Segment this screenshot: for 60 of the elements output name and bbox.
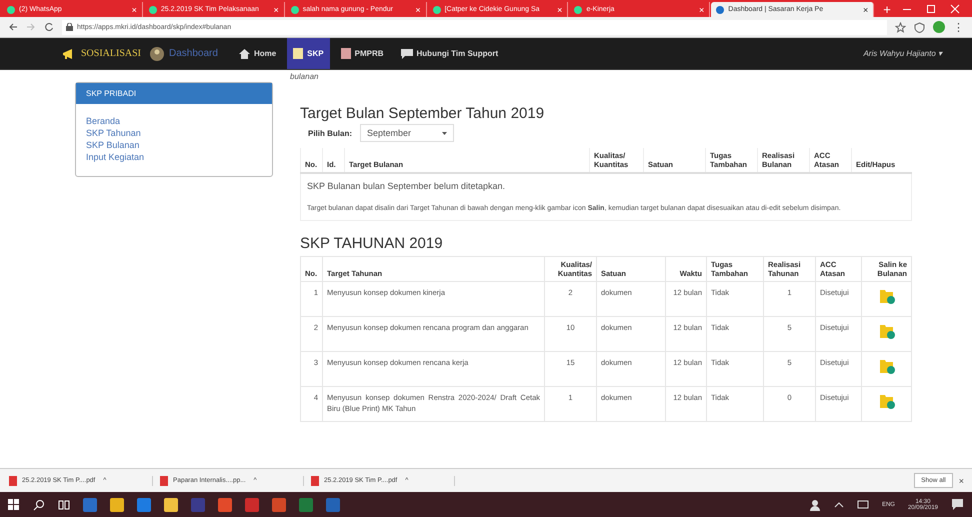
sidebar-link[interactable]: Beranda — [86, 116, 262, 126]
sidebar-link[interactable]: Input Kegiatan — [86, 152, 262, 162]
file-icon — [8, 476, 18, 486]
favicon-icon — [7, 6, 15, 14]
favicon-icon — [432, 6, 441, 14]
network-icon[interactable] — [856, 500, 869, 510]
task-view-icon[interactable] — [58, 498, 70, 510]
nav-item[interactable]: Home — [232, 38, 282, 69]
field-label: Pilih Bulan: — [308, 128, 352, 138]
sidebar-link[interactable]: SKP Bulanan — [86, 140, 262, 150]
nav-item[interactable]: SKP — [287, 38, 330, 69]
close-tab-button[interactable]: × — [273, 4, 279, 14]
nav-item[interactable]: PMPRB — [334, 38, 390, 69]
favicon-icon — [716, 6, 724, 14]
close-tab-button[interactable]: × — [557, 4, 562, 14]
reload-icon[interactable] — [44, 22, 54, 32]
new-tab-button[interactable]: + — [875, 2, 899, 17]
close-icon[interactable] — [948, 3, 960, 15]
home-icon — [238, 48, 250, 58]
file-icon — [310, 476, 320, 486]
favicon-icon — [574, 6, 582, 14]
month-dropdown[interactable]: September — [360, 124, 454, 142]
lock-icon — [66, 23, 73, 31]
profile-icon[interactable] — [933, 21, 945, 33]
search-icon[interactable] — [33, 498, 45, 510]
windows-icon[interactable] — [8, 498, 20, 510]
document-icon — [293, 48, 304, 59]
user-menu[interactable]: Aris Wahyu Hajianto ▾ — [863, 49, 942, 58]
app-icon[interactable] — [110, 498, 124, 512]
section-title: Target Bulan September Tahun 2019 — [300, 105, 546, 122]
close-button[interactable]: × — [958, 476, 964, 486]
file-icon — [159, 476, 169, 486]
sidebar-link[interactable]: SKP Tahunan — [86, 128, 262, 138]
close-tab-button[interactable]: × — [699, 4, 704, 14]
avatar-icon — [150, 46, 164, 60]
app-icon[interactable] — [218, 498, 232, 512]
back-icon[interactable] — [8, 22, 18, 32]
brand-title[interactable]: SOSIALISASI — [81, 48, 142, 59]
star-icon[interactable] — [895, 22, 906, 32]
breadcrumb: bulanan — [290, 72, 320, 81]
app-icon[interactable] — [164, 498, 178, 512]
shield-icon[interactable] — [914, 22, 925, 32]
caret-icon — [442, 130, 447, 136]
maximize-icon[interactable] — [924, 3, 936, 15]
people-icon[interactable] — [808, 498, 821, 510]
favicon-icon — [290, 6, 299, 14]
close-tab-button[interactable]: × — [863, 4, 868, 14]
menu-button[interactable]: ⋮ — [953, 20, 964, 34]
section-title: SKP TAHUNAN 2019 — [300, 234, 444, 252]
book-icon — [340, 48, 351, 59]
app-icon[interactable] — [137, 498, 151, 512]
favicon-icon — [148, 6, 157, 14]
empty-message: SKP Bulanan bulan September belum ditetapkan. — [307, 180, 506, 193]
notification-icon[interactable] — [951, 498, 964, 511]
close-tab-button[interactable]: × — [132, 4, 137, 14]
chat-icon — [400, 48, 413, 58]
nav-item[interactable]: Hubungi Tim Support — [394, 38, 504, 69]
chevron-up-icon[interactable] — [834, 500, 844, 510]
panel-title: SKP PRIBADI — [86, 89, 136, 98]
close-tab-button[interactable]: × — [415, 4, 421, 14]
